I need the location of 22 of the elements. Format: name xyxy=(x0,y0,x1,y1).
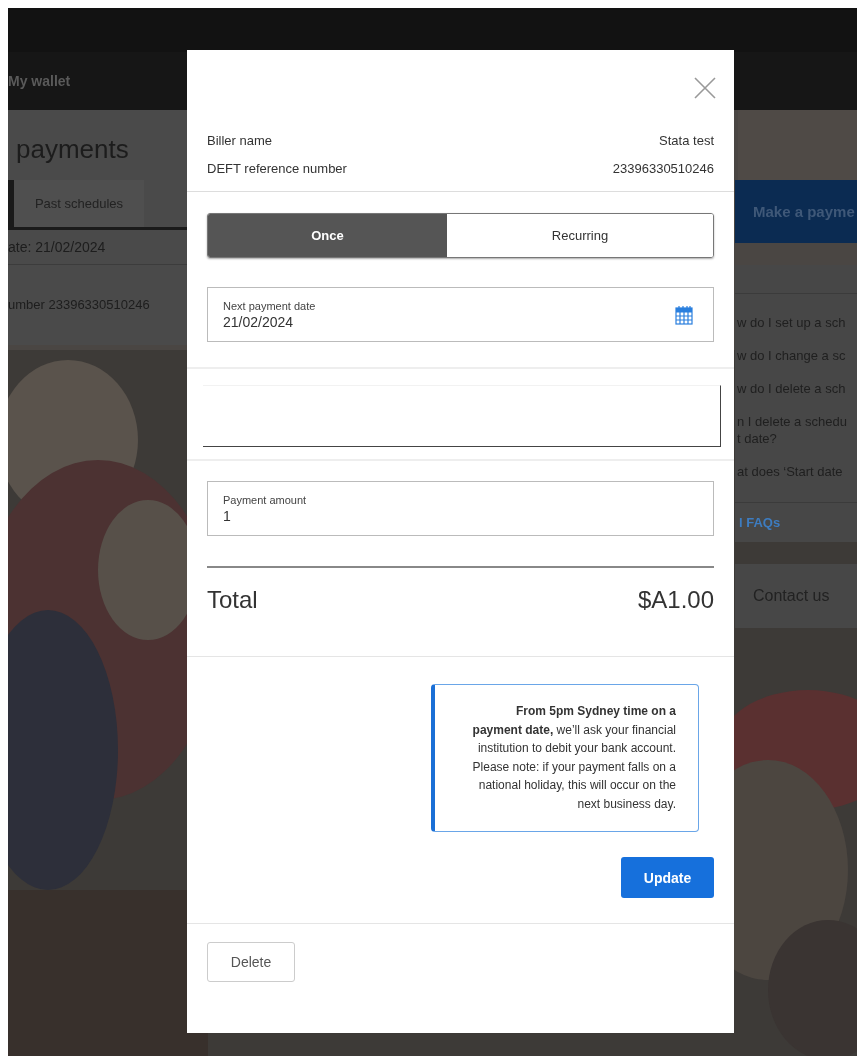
input-field[interactable] xyxy=(203,385,721,447)
frequency-toggle[interactable]: Once xyxy=(208,214,447,257)
detail-value: Stata test xyxy=(659,132,714,150)
input-field[interactable]: Next payment date 21/02/2024 xyxy=(207,287,714,342)
close-icon[interactable] xyxy=(694,77,716,99)
info-notice: From 5pm Sydney time on a payment date, we’ll ask your financial institution to debit your bank account. Please note: if your payment falls on a national holiday, this will occur on the next business day. xyxy=(431,684,699,832)
all-faqs-link[interactable]: l FAQs xyxy=(735,502,857,542)
delete-button[interactable]: Delete xyxy=(207,942,295,982)
update-button[interactable]: Update xyxy=(621,857,714,898)
field-value: 1 xyxy=(223,506,232,525)
field-label: Payment amount xyxy=(223,492,307,507)
detail-label: Biller name xyxy=(207,132,273,150)
detail-value: 23396330510246 xyxy=(612,160,714,178)
calendar-icon[interactable] xyxy=(675,304,693,325)
total-label: Total xyxy=(207,586,258,615)
frequency-toggle[interactable]: Recurring xyxy=(447,214,713,257)
field-label: Next payment date xyxy=(223,298,316,313)
input-field[interactable]: Payment amount 1 xyxy=(207,481,714,536)
nav-link[interactable]: My wallet xyxy=(8,73,71,89)
detail-label: DEFT reference number xyxy=(207,160,347,178)
field-value: 21/02/2024 xyxy=(223,312,295,331)
total-amount: $A1.00 xyxy=(637,586,714,615)
